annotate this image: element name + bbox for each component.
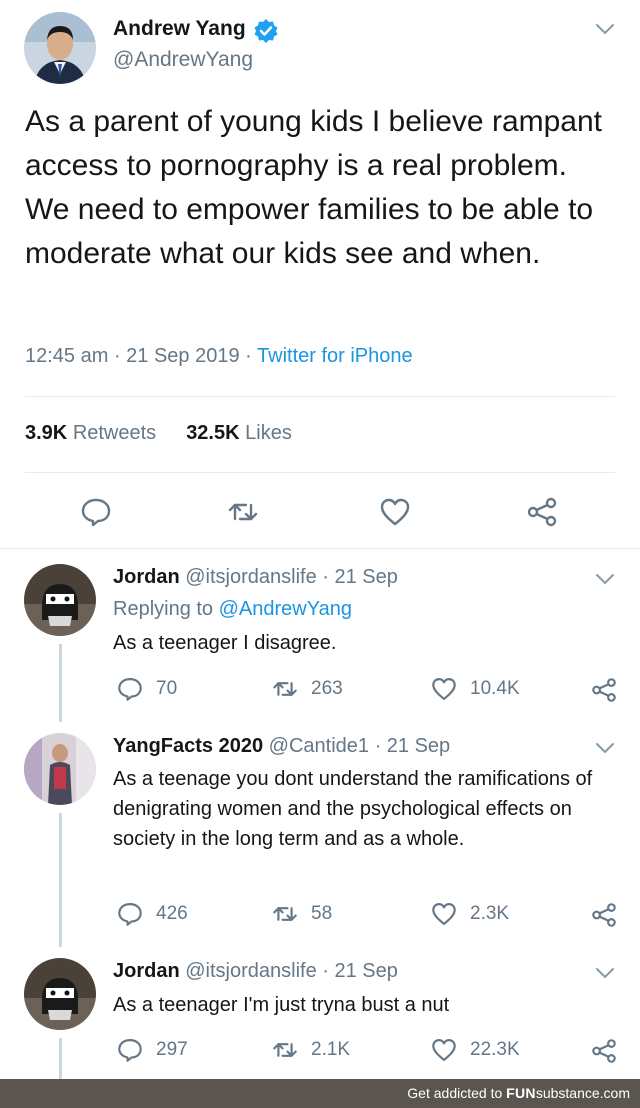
chevron-down-icon[interactable] — [594, 22, 616, 36]
likes-label: Likes — [245, 422, 292, 444]
tweet-text: As a parent of young kids I believe ramp… — [25, 105, 603, 270]
retweets-count: 3.9K — [25, 422, 68, 444]
share-icon[interactable] — [525, 495, 559, 529]
reply-header: Jordan @itsjordanslife · 21 Sep — [113, 566, 398, 589]
retweet-action[interactable]: 2.1K — [271, 1036, 350, 1064]
watermark-brand-fun: FUN — [506, 1085, 536, 1101]
reply-count: 70 — [156, 678, 178, 699]
thread-line — [59, 813, 62, 947]
reply-icon[interactable] — [79, 495, 113, 529]
share-icon[interactable] — [590, 901, 618, 929]
like-action[interactable]: 10.4K — [430, 675, 520, 703]
watermark-brand-substance: substance — [535, 1085, 600, 1101]
share-icon[interactable] — [590, 676, 618, 704]
reply-meta[interactable]: @Cantide1 · 21 Sep — [269, 735, 451, 757]
reply-icon — [118, 1039, 142, 1062]
share-icon[interactable] — [590, 1037, 618, 1065]
divider — [0, 548, 640, 549]
replying-to-handle[interactable]: @AndrewYang — [219, 598, 352, 620]
tweet-timestamp[interactable]: 12:45 am · 21 Sep 2019 · — [25, 345, 257, 367]
author-name[interactable]: Andrew Yang — [113, 17, 246, 41]
reply-author-name[interactable]: Jordan — [113, 566, 180, 588]
thread-line — [59, 644, 62, 722]
likes-count: 32.5K — [186, 422, 240, 444]
reply-icon — [118, 678, 142, 701]
retweet-count: 2.1K — [311, 1039, 351, 1060]
reply-author-name[interactable]: YangFacts 2020 — [113, 735, 263, 757]
reply-text: As a teenager I disagree. — [113, 632, 337, 654]
divider — [25, 472, 615, 473]
reply-icon — [118, 903, 142, 926]
retweet-icon — [273, 682, 297, 696]
retweet-icon — [273, 1043, 297, 1057]
retweet-action[interactable]: 58 — [271, 900, 332, 928]
reply-count: 297 — [156, 1039, 188, 1060]
retweets-stat[interactable]: 3.9K Retweets — [25, 422, 156, 444]
author-handle[interactable]: @AndrewYang — [113, 48, 253, 72]
like-count: 10.4K — [470, 678, 520, 699]
reply-action[interactable]: 297 — [116, 1036, 188, 1064]
reply-text: As a teenage you dont understand the ram… — [113, 768, 593, 850]
retweet-icon — [273, 907, 297, 921]
retweets-label: Retweets — [72, 422, 157, 444]
thread-line — [59, 1038, 62, 1079]
reply-count: 426 — [156, 903, 188, 924]
chevron-down-icon[interactable] — [594, 572, 616, 586]
watermark-prefix: Get addicted to — [407, 1085, 507, 1101]
watermark-brand-domain: .com — [599, 1085, 630, 1101]
replying-to: Replying to @AndrewYang — [113, 598, 352, 621]
reply-meta[interactable]: @itsjordanslife · 21 Sep — [185, 566, 398, 588]
tweet-stats: 3.9K Retweets 32.5K Likes — [25, 422, 292, 445]
like-icon — [432, 1039, 456, 1061]
replying-to-prefix: Replying to — [113, 598, 219, 620]
tweet-source-link[interactable]: Twitter for iPhone — [257, 345, 413, 367]
retweet-count: 58 — [311, 903, 333, 924]
chevron-down-icon[interactable] — [594, 741, 616, 755]
like-icon[interactable] — [378, 495, 412, 529]
like-action[interactable]: 2.3K — [430, 900, 509, 928]
reply-author-name[interactable]: Jordan — [113, 960, 180, 982]
reply-text: As a teenager I'm just tryna bust a nut — [113, 994, 450, 1016]
likes-stat[interactable]: 32.5K Likes — [186, 422, 292, 444]
chevron-down-icon[interactable] — [594, 966, 616, 980]
reply-action[interactable]: 426 — [116, 900, 188, 928]
reply-avatar[interactable] — [24, 564, 96, 636]
retweet-count: 263 — [311, 678, 343, 699]
retweet-action[interactable]: 263 — [271, 675, 343, 703]
like-action[interactable]: 22.3K — [430, 1036, 520, 1064]
retweet-icon[interactable] — [226, 495, 260, 529]
divider — [25, 396, 615, 397]
reply-action[interactable]: 70 — [116, 675, 177, 703]
like-icon — [432, 903, 456, 925]
tweet-meta: 12:45 am · 21 Sep 2019 · Twitter for iPh… — [25, 345, 413, 368]
author-avatar[interactable] — [24, 12, 96, 84]
reply-header: YangFacts 2020 @Cantide1 · 21 Sep — [113, 735, 450, 758]
verified-badge-icon — [253, 18, 279, 44]
reply-avatar[interactable] — [24, 733, 96, 805]
reply-avatar[interactable] — [24, 958, 96, 1030]
reply-header: Jordan @itsjordanslife · 21 Sep — [113, 960, 398, 983]
watermark-bar: Get addicted to FUNsubstance.com — [0, 1079, 640, 1108]
watermark-text: Get addicted to FUNsubstance.com — [407, 1085, 630, 1101]
reply-meta[interactable]: @itsjordanslife · 21 Sep — [185, 960, 398, 982]
like-count: 22.3K — [470, 1039, 520, 1060]
like-count: 2.3K — [470, 903, 510, 924]
like-icon — [432, 678, 456, 700]
